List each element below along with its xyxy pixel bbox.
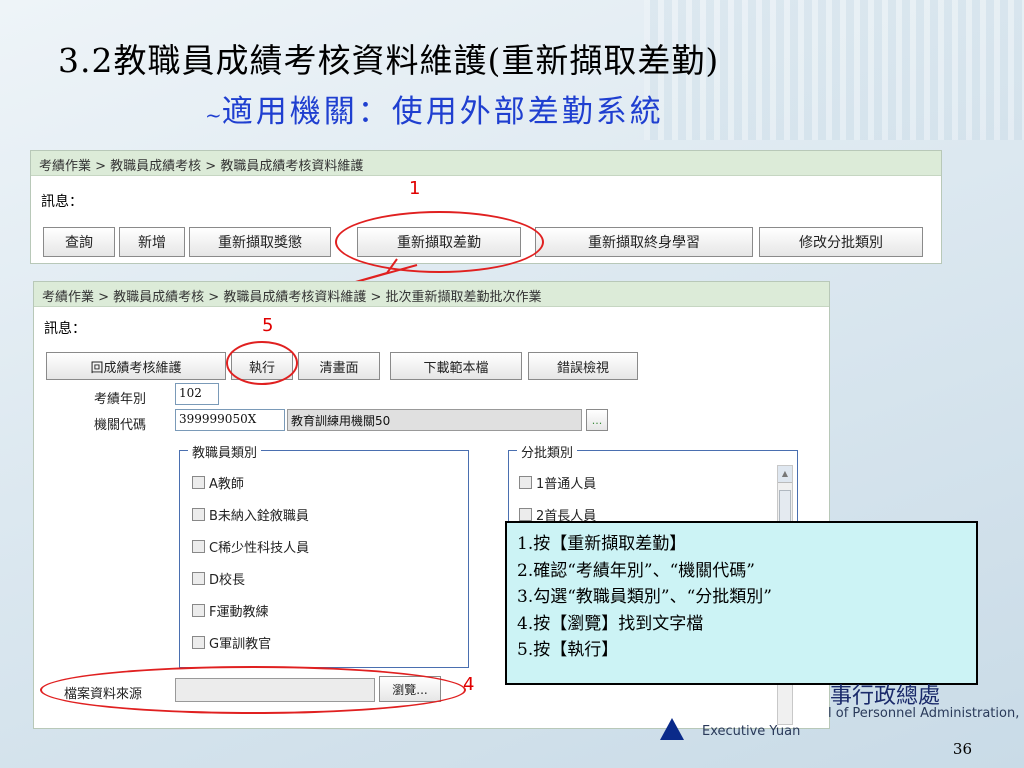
- staff-category-item[interactable]: G軍訓教官: [192, 633, 271, 652]
- checkbox[interactable]: [519, 476, 532, 489]
- checkbox[interactable]: [192, 636, 205, 649]
- highlight-ellipse-execute: [226, 341, 298, 385]
- staff-category-item-label: F運動教練: [209, 605, 269, 620]
- instruction-box: 1.按【重新擷取差勤】 2.確認“考績年別”、“機關代碼” 3.勾選“教職員類別…: [505, 521, 978, 685]
- batch-category-legend: 分批類別: [517, 442, 578, 461]
- subtitle-text: 適用機關：使用外部差勤系統: [221, 94, 664, 130]
- checkbox[interactable]: [519, 508, 532, 521]
- instruction-step: 5.按【執行】: [517, 640, 619, 660]
- staff-category-item-label: D校長: [209, 573, 246, 588]
- instruction-step: 1.按【重新擷取差勤】: [517, 534, 687, 554]
- batch-message-label: 訊息：: [44, 321, 86, 337]
- subtitle-tilde: ~: [205, 103, 222, 127]
- staff-category-item[interactable]: D校長: [192, 569, 245, 588]
- staff-category-item[interactable]: F運動教練: [192, 601, 268, 620]
- year-label: 考績年別: [94, 392, 147, 407]
- scroll-up-arrow-icon[interactable]: ▲: [778, 466, 792, 483]
- error-view-button[interactable]: 錯誤檢視: [528, 352, 638, 380]
- agency-code-label: 機關代碼: [94, 418, 147, 433]
- agency-code-input[interactable]: 399999050X: [175, 409, 285, 431]
- back-to-maintenance-button[interactable]: 回成績考核維護: [46, 352, 226, 380]
- add-button[interactable]: 新增: [119, 227, 185, 257]
- refetch-rewards-button[interactable]: 重新擷取獎懲: [189, 227, 331, 257]
- staff-category-item-label: B未納入銓敘職員: [209, 509, 309, 524]
- agency-logo-icon: [660, 718, 684, 740]
- staff-category-item[interactable]: C稀少性科技人員: [192, 537, 309, 556]
- instruction-step: 2.確認“考績年別”、“機關代碼”: [517, 560, 755, 581]
- checkbox[interactable]: [192, 604, 205, 617]
- message-label: 訊息：: [41, 194, 83, 210]
- staff-category-item-label: G軍訓教官: [209, 637, 272, 652]
- query-button[interactable]: 查詢: [43, 227, 115, 257]
- year-input[interactable]: 102: [175, 383, 219, 405]
- highlight-ellipse-file-source: [40, 666, 466, 714]
- callout-number-4: 4: [463, 674, 475, 695]
- slide-subtitle: ~適用機關：使用外部差勤系統: [205, 86, 664, 131]
- download-template-button[interactable]: 下載範本檔: [390, 352, 522, 380]
- staff-category-item[interactable]: A教師: [192, 473, 244, 492]
- breadcrumb: 考績作業 > 教職員成績考核 > 教職員成績考核資料維護: [31, 151, 941, 176]
- batch-category-item[interactable]: 1普通人員: [519, 473, 596, 492]
- checkbox[interactable]: [192, 540, 205, 553]
- clear-screen-button[interactable]: 清畫面: [298, 352, 380, 380]
- edit-batch-category-button[interactable]: 修改分批類別: [759, 227, 923, 257]
- batch-category-item-label: 1普通人員: [536, 477, 597, 492]
- agency-name-field: 教育訓練用機關50: [287, 409, 582, 431]
- staff-category-item-label: C稀少性科技人員: [209, 541, 310, 556]
- page-number: 36: [952, 740, 972, 758]
- callout-number-1: 1: [409, 178, 421, 199]
- staff-category-item[interactable]: B未納入銓敘職員: [192, 505, 309, 524]
- slide-title: 3.2教職員成績考核資料維護(重新擷取差勤): [58, 41, 720, 80]
- checkbox[interactable]: [192, 572, 205, 585]
- staff-category-group: 教職員類別 A教師 B未納入銓敘職員 C稀少性科技人員 D校長 F運動教練 G軍…: [179, 442, 469, 668]
- agency-brand-english: l of Personnel Administration,: [828, 706, 1020, 721]
- callout-number-5: 5: [262, 315, 274, 336]
- refetch-lifelong-learning-button[interactable]: 重新擷取終身學習: [535, 227, 753, 257]
- agency-lookup-button[interactable]: ...: [586, 409, 608, 431]
- agency-brand-executive-yuan: Executive Yuan: [702, 724, 801, 739]
- instruction-step: 3.勾選“教職員類別”、“分批類別”: [517, 587, 772, 607]
- staff-category-legend: 教職員類別: [188, 442, 262, 461]
- staff-category-item-label: A教師: [209, 477, 244, 492]
- checkbox[interactable]: [192, 476, 205, 489]
- batch-breadcrumb: 考績作業 > 教職員成績考核 > 教職員成績考核資料維護 > 批次重新擷取差勤批…: [34, 282, 829, 307]
- checkbox[interactable]: [192, 508, 205, 521]
- instruction-step: 4.按【瀏覽】找到文字檔: [517, 613, 704, 634]
